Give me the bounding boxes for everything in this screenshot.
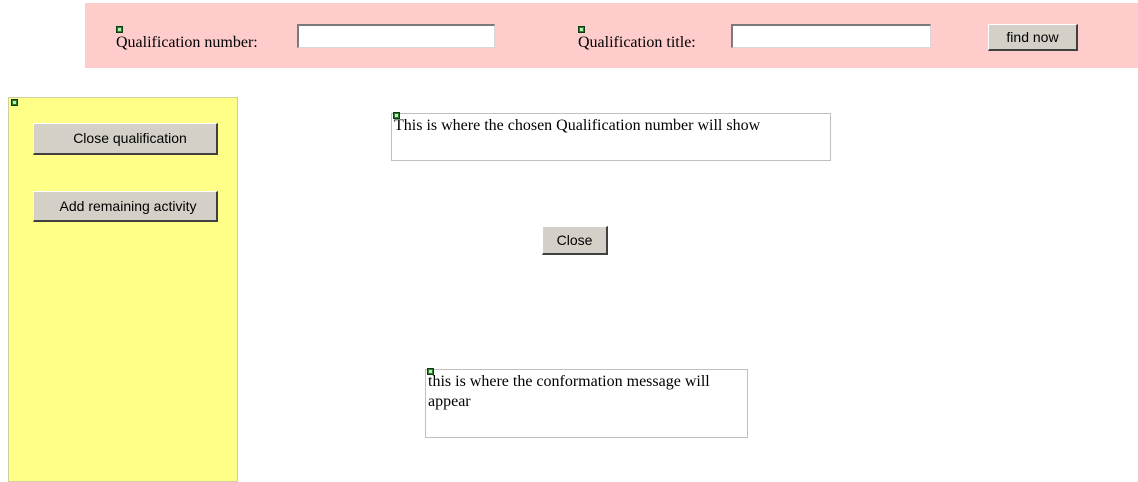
confirmation-message-text: this is where the conformation message w… — [428, 373, 710, 410]
qualification-number-label: Qualification number: — [116, 34, 258, 51]
placeholder-marker-icon — [116, 26, 123, 33]
placeholder-marker-icon — [578, 26, 585, 33]
confirmation-message-box: this is where the conformation message w… — [425, 368, 748, 438]
add-remaining-activity-button[interactable]: Add remaining activity — [33, 191, 218, 222]
placeholder-marker-icon — [393, 112, 400, 119]
placeholder-marker-icon — [11, 99, 18, 106]
qualification-number-display: This is where the chosen Qualification n… — [391, 112, 831, 161]
qualification-display-text: This is where the chosen Qualification n… — [394, 117, 761, 134]
find-now-button[interactable]: find now — [988, 24, 1078, 51]
sidebar: Close qualification Add remaining activi… — [8, 97, 238, 482]
search-bar: Qualification number: Qualification titl… — [85, 3, 1138, 68]
qualification-number-input[interactable] — [297, 24, 495, 48]
qualification-title-input[interactable] — [731, 24, 931, 48]
qualification-title-label: Qualification title: — [578, 34, 696, 51]
placeholder-marker-icon — [427, 368, 434, 375]
close-button[interactable]: Close — [542, 226, 608, 255]
close-qualification-button[interactable]: Close qualification — [33, 123, 218, 155]
